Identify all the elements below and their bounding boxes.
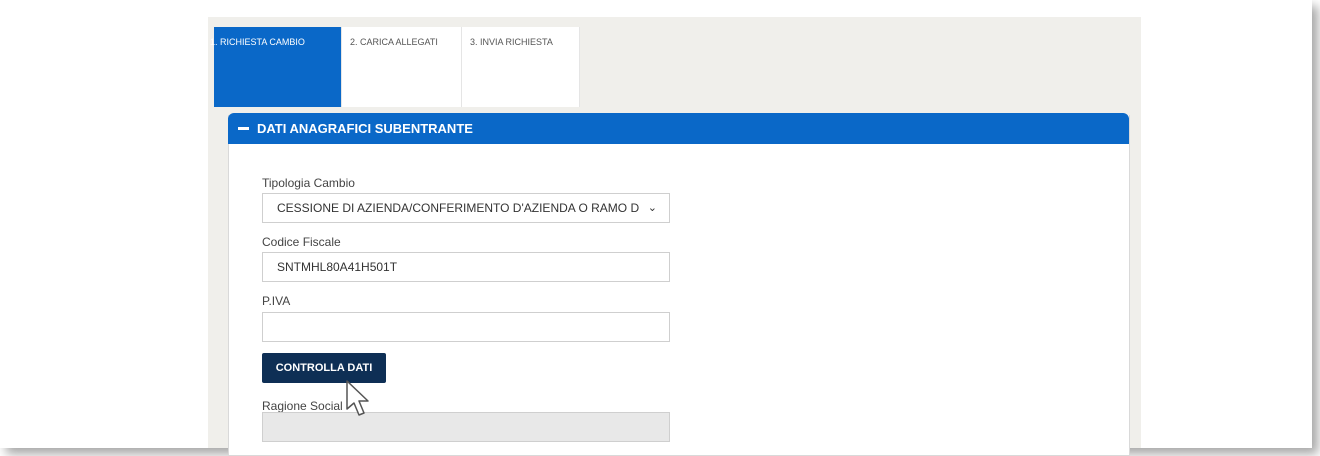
tab-richiesta-cambio[interactable]: 1. RICHIESTA CAMBIO xyxy=(210,27,342,107)
chevron-down-icon: ⌄ xyxy=(647,202,657,214)
section-header[interactable]: DATI ANAGRAFICI SUBENTRANTE xyxy=(228,113,1129,144)
codice-fiscale-label: Codice Fiscale xyxy=(262,235,341,249)
piva-input[interactable] xyxy=(262,312,670,342)
tab-invia-richiesta[interactable]: 3. INVIA RICHIESTA xyxy=(462,27,580,107)
tab-carica-allegati[interactable]: 2. CARICA ALLEGATI xyxy=(342,27,462,107)
wizard-tabs: 1. RICHIESTA CAMBIO 2. CARICA ALLEGATI 3… xyxy=(210,27,580,107)
tipologia-label: Tipologia Cambio xyxy=(262,176,355,190)
codice-fiscale-value: SNTMHL80A41H501T xyxy=(277,260,398,274)
tipologia-value: CESSIONE DI AZIENDA/CONFERIMENTO D'AZIEN… xyxy=(277,201,640,215)
minus-icon xyxy=(238,127,249,130)
tipologia-select[interactable]: CESSIONE DI AZIENDA/CONFERIMENTO D'AZIEN… xyxy=(262,193,670,223)
piva-label: P.IVA xyxy=(262,294,291,308)
ragione-sociale-input xyxy=(262,412,670,442)
mouse-pointer-icon xyxy=(346,380,369,416)
ragione-sociale-label: Ragione Social xyxy=(262,399,343,413)
section-title: DATI ANAGRAFICI SUBENTRANTE xyxy=(257,121,473,136)
page-container: 1. RICHIESTA CAMBIO 2. CARICA ALLEGATI 3… xyxy=(208,17,1141,456)
codice-fiscale-input[interactable]: SNTMHL80A41H501T xyxy=(262,252,670,282)
